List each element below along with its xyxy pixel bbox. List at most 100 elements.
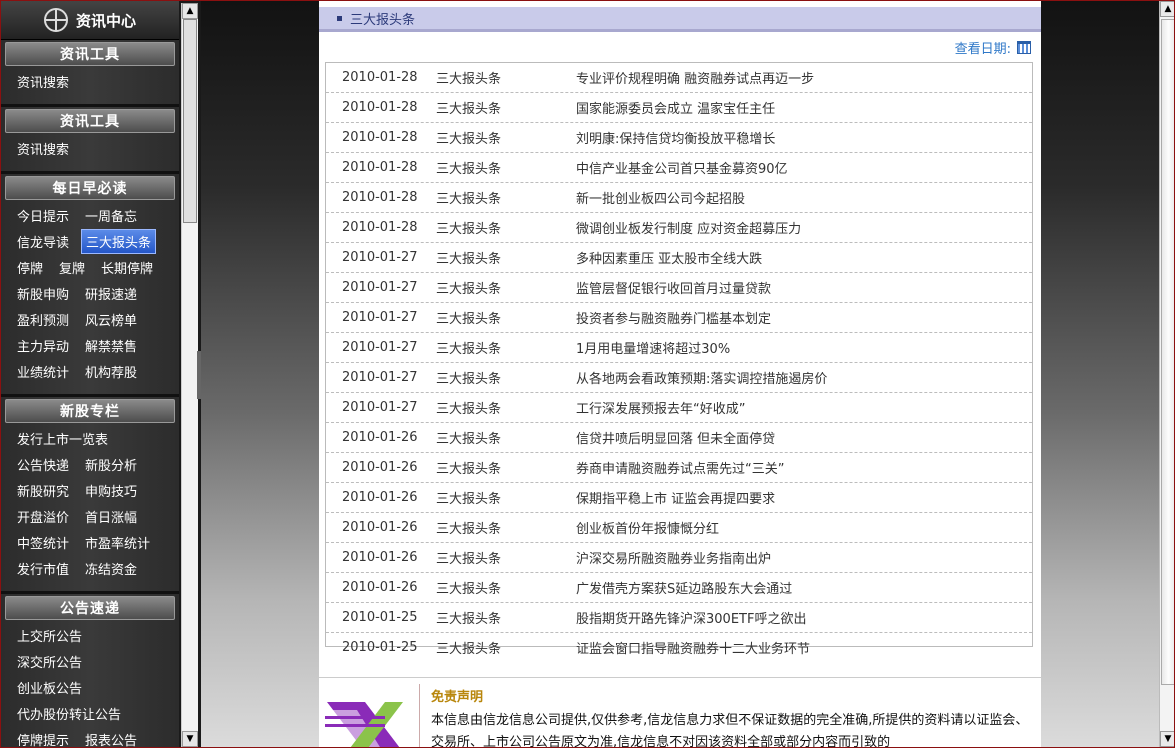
- sidebar-link[interactable]: 资讯搜索: [13, 70, 73, 93]
- news-title[interactable]: 多种因素重压 亚太股市全线大跌: [576, 248, 1032, 267]
- sidebar-link[interactable]: 长期停牌: [97, 256, 157, 279]
- news-row[interactable]: 2010-01-26 三大报头条 信贷井喷后明显回落 但未全面停贷: [326, 423, 1032, 453]
- news-title[interactable]: 刘明康:保持信贷均衡投放平稳增长: [576, 128, 1032, 147]
- news-title[interactable]: 工行深发展预报去年“好收成”: [576, 398, 1032, 417]
- news-title[interactable]: 1月用电量增速将超过30%: [576, 338, 1032, 357]
- sidebar-link[interactable]: 机构荐股: [81, 360, 141, 383]
- sidebar-link[interactable]: 发行市值: [13, 557, 73, 580]
- sidebar-link[interactable]: 发行上市一览表: [13, 427, 112, 450]
- scroll-thumb[interactable]: [183, 19, 197, 223]
- sidebar-separator: [1, 591, 179, 594]
- sidebar-link[interactable]: 复牌: [55, 256, 89, 279]
- news-row[interactable]: 2010-01-26 三大报头条 创业板首份年报慷慨分红: [326, 513, 1032, 543]
- news-row[interactable]: 2010-01-26 三大报头条 沪深交易所融资融券业务指南出炉: [326, 543, 1032, 573]
- sidebar-row: 中签统计 市盈率统计: [1, 529, 179, 555]
- sidebar-link[interactable]: 业绩统计: [13, 360, 73, 383]
- scroll-up-button[interactable]: ▲: [182, 3, 198, 19]
- sidebar-link[interactable]: 一周备忘: [81, 204, 141, 227]
- news-category: 三大报头条: [436, 312, 502, 327]
- news-row[interactable]: 2010-01-26 三大报头条 保期指平稳上市 证监会再提四要求: [326, 483, 1032, 513]
- sidebar-link[interactable]: 市盈率统计: [81, 531, 154, 554]
- sidebar-section-title[interactable]: 资讯工具: [5, 42, 175, 66]
- sidebar-section-title[interactable]: 每日早必读: [5, 176, 175, 200]
- news-title[interactable]: 券商申请融资融券试点需先过“三关”: [576, 458, 1032, 477]
- news-title[interactable]: 国家能源委员会成立 温家宝任主任: [576, 98, 1032, 117]
- sidebar-link[interactable]: 盈利预测: [13, 308, 73, 331]
- sidebar-link[interactable]: 创业板公告: [13, 676, 86, 699]
- sidebar-link[interactable]: 解禁禁售: [81, 334, 141, 357]
- sidebar-link[interactable]: 主力异动: [13, 334, 73, 357]
- news-title[interactable]: 创业板首份年报慷慨分红: [576, 518, 1032, 537]
- news-title[interactable]: 监管层督促银行收回首月过量贷款: [576, 278, 1032, 297]
- calendar-icon[interactable]: [1017, 40, 1031, 54]
- sidebar-link[interactable]: 深交所公告: [13, 650, 86, 673]
- sidebar-link[interactable]: 停牌提示: [13, 728, 73, 748]
- sidebar-link[interactable]: 停牌: [13, 256, 47, 279]
- news-title[interactable]: 投资者参与融资融券门槛基本划定: [576, 308, 1032, 327]
- news-title[interactable]: 证监会窗口指导融资融券十二大业务环节: [576, 638, 1032, 657]
- news-date: 2010-01-28: [342, 70, 418, 85]
- sidebar-link[interactable]: 新股分析: [81, 453, 141, 476]
- sidebar-row: 今日提示 一周备忘: [1, 202, 179, 228]
- news-row[interactable]: 2010-01-26 三大报头条 券商申请融资融券试点需先过“三关”: [326, 453, 1032, 483]
- news-row[interactable]: 2010-01-28 三大报头条 微调创业板发行制度 应对资金超募压力: [326, 213, 1032, 243]
- news-row[interactable]: 2010-01-27 三大报头条 投资者参与融资融券门槛基本划定: [326, 303, 1032, 333]
- sidebar-link[interactable]: 资讯搜索: [13, 137, 73, 160]
- sidebar-section-links: 资讯搜索: [1, 133, 179, 165]
- sidebar-link[interactable]: 新股申购: [13, 282, 73, 305]
- sidebar-link[interactable]: 首日涨幅: [81, 505, 141, 528]
- disclaimer-title: 免责声明: [431, 690, 484, 705]
- news-title[interactable]: 沪深交易所融资融券业务指南出炉: [576, 548, 1032, 567]
- news-title[interactable]: 广发借壳方案获S延边路股东大会通过: [576, 578, 1032, 597]
- sidebar-section-title[interactable]: 资讯工具: [5, 109, 175, 133]
- news-date: 2010-01-26: [342, 580, 418, 595]
- sidebar-link[interactable]: 代办股份转让公告: [13, 702, 125, 725]
- news-row[interactable]: 2010-01-27 三大报头条 监管层督促银行收回首月过量贷款: [326, 273, 1032, 303]
- scroll-up-button[interactable]: ▲: [1160, 1, 1174, 17]
- scroll-down-button[interactable]: ▼: [1160, 731, 1174, 747]
- news-row[interactable]: 2010-01-27 三大报头条 从各地两会看政策预期:落实调控措施遏房价: [326, 363, 1032, 393]
- scroll-thumb[interactable]: [1161, 19, 1174, 685]
- news-row[interactable]: 2010-01-28 三大报头条 专业评价规程明确 融资融券试点再迈一步: [326, 63, 1032, 93]
- sidebar-link[interactable]: 上交所公告: [13, 624, 86, 647]
- news-row[interactable]: 2010-01-25 三大报头条 股指期货开路先锋沪深300ETF呼之欲出: [326, 603, 1032, 633]
- news-row[interactable]: 2010-01-27 三大报头条 1月用电量增速将超过30%: [326, 333, 1032, 363]
- sidebar-link[interactable]: 今日提示: [13, 204, 73, 227]
- scroll-down-button[interactable]: ▼: [182, 731, 198, 747]
- news-title[interactable]: 新一批创业板四公司今起招股: [576, 188, 1032, 207]
- news-row[interactable]: 2010-01-28 三大报头条 中信产业基金公司首只基金募资90亿: [326, 153, 1032, 183]
- news-row[interactable]: 2010-01-27 三大报头条 工行深发展预报去年“好收成”: [326, 393, 1032, 423]
- news-title[interactable]: 从各地两会看政策预期:落实调控措施遏房价: [576, 368, 1032, 387]
- news-category: 三大报头条: [436, 612, 502, 627]
- news-title[interactable]: 中信产业基金公司首只基金募资90亿: [576, 158, 1032, 177]
- sidebar-link[interactable]: 中签统计: [13, 531, 73, 554]
- sidebar-link[interactable]: 研报速递: [81, 282, 141, 305]
- news-title[interactable]: 股指期货开路先锋沪深300ETF呼之欲出: [576, 608, 1032, 627]
- sidebar-link[interactable]: 新股研究: [13, 479, 73, 502]
- news-category: 三大报头条: [436, 102, 502, 117]
- sidebar-link[interactable]: 三大报头条: [81, 228, 157, 254]
- news-row[interactable]: 2010-01-25 三大报头条 证监会窗口指导融资融券十二大业务环节: [326, 633, 1032, 662]
- news-title[interactable]: 保期指平稳上市 证监会再提四要求: [576, 488, 1032, 507]
- sidebar-section-links: 上交所公告深交所公告创业板公告代办股份转让公告 停牌提示 报表公告: [1, 620, 179, 748]
- news-title[interactable]: 微调创业板发行制度 应对资金超募压力: [576, 218, 1032, 237]
- news-row[interactable]: 2010-01-28 三大报头条 国家能源委员会成立 温家宝任主任: [326, 93, 1032, 123]
- sidebar-section-title[interactable]: 新股专栏: [5, 399, 175, 423]
- sidebar-link[interactable]: 申购技巧: [81, 479, 141, 502]
- news-row[interactable]: 2010-01-27 三大报头条 多种因素重压 亚太股市全线大跌: [326, 243, 1032, 273]
- sidebar-link[interactable]: 报表公告: [81, 728, 141, 748]
- sidebar-link[interactable]: 开盘溢价: [13, 505, 73, 528]
- page-scrollbar[interactable]: ▲ ▼: [1159, 1, 1174, 747]
- news-row[interactable]: 2010-01-28 三大报头条 新一批创业板四公司今起招股: [326, 183, 1032, 213]
- sidebar-scrollbar[interactable]: ▲ ▼: [181, 3, 198, 747]
- news-title[interactable]: 专业评价规程明确 融资融券试点再迈一步: [576, 68, 1032, 87]
- sidebar-link[interactable]: 公告快递: [13, 453, 73, 476]
- sidebar-section-title[interactable]: 公告速递: [5, 596, 175, 620]
- date-label[interactable]: 查看日期:: [955, 38, 1011, 57]
- news-row[interactable]: 2010-01-26 三大报头条 广发借壳方案获S延边路股东大会通过: [326, 573, 1032, 603]
- sidebar-link[interactable]: 冻结资金: [81, 557, 141, 580]
- sidebar-link[interactable]: 信龙导读: [13, 230, 73, 253]
- news-title[interactable]: 信贷井喷后明显回落 但未全面停贷: [576, 428, 1032, 447]
- news-row[interactable]: 2010-01-28 三大报头条 刘明康:保持信贷均衡投放平稳增长: [326, 123, 1032, 153]
- sidebar-link[interactable]: 风云榜单: [81, 308, 141, 331]
